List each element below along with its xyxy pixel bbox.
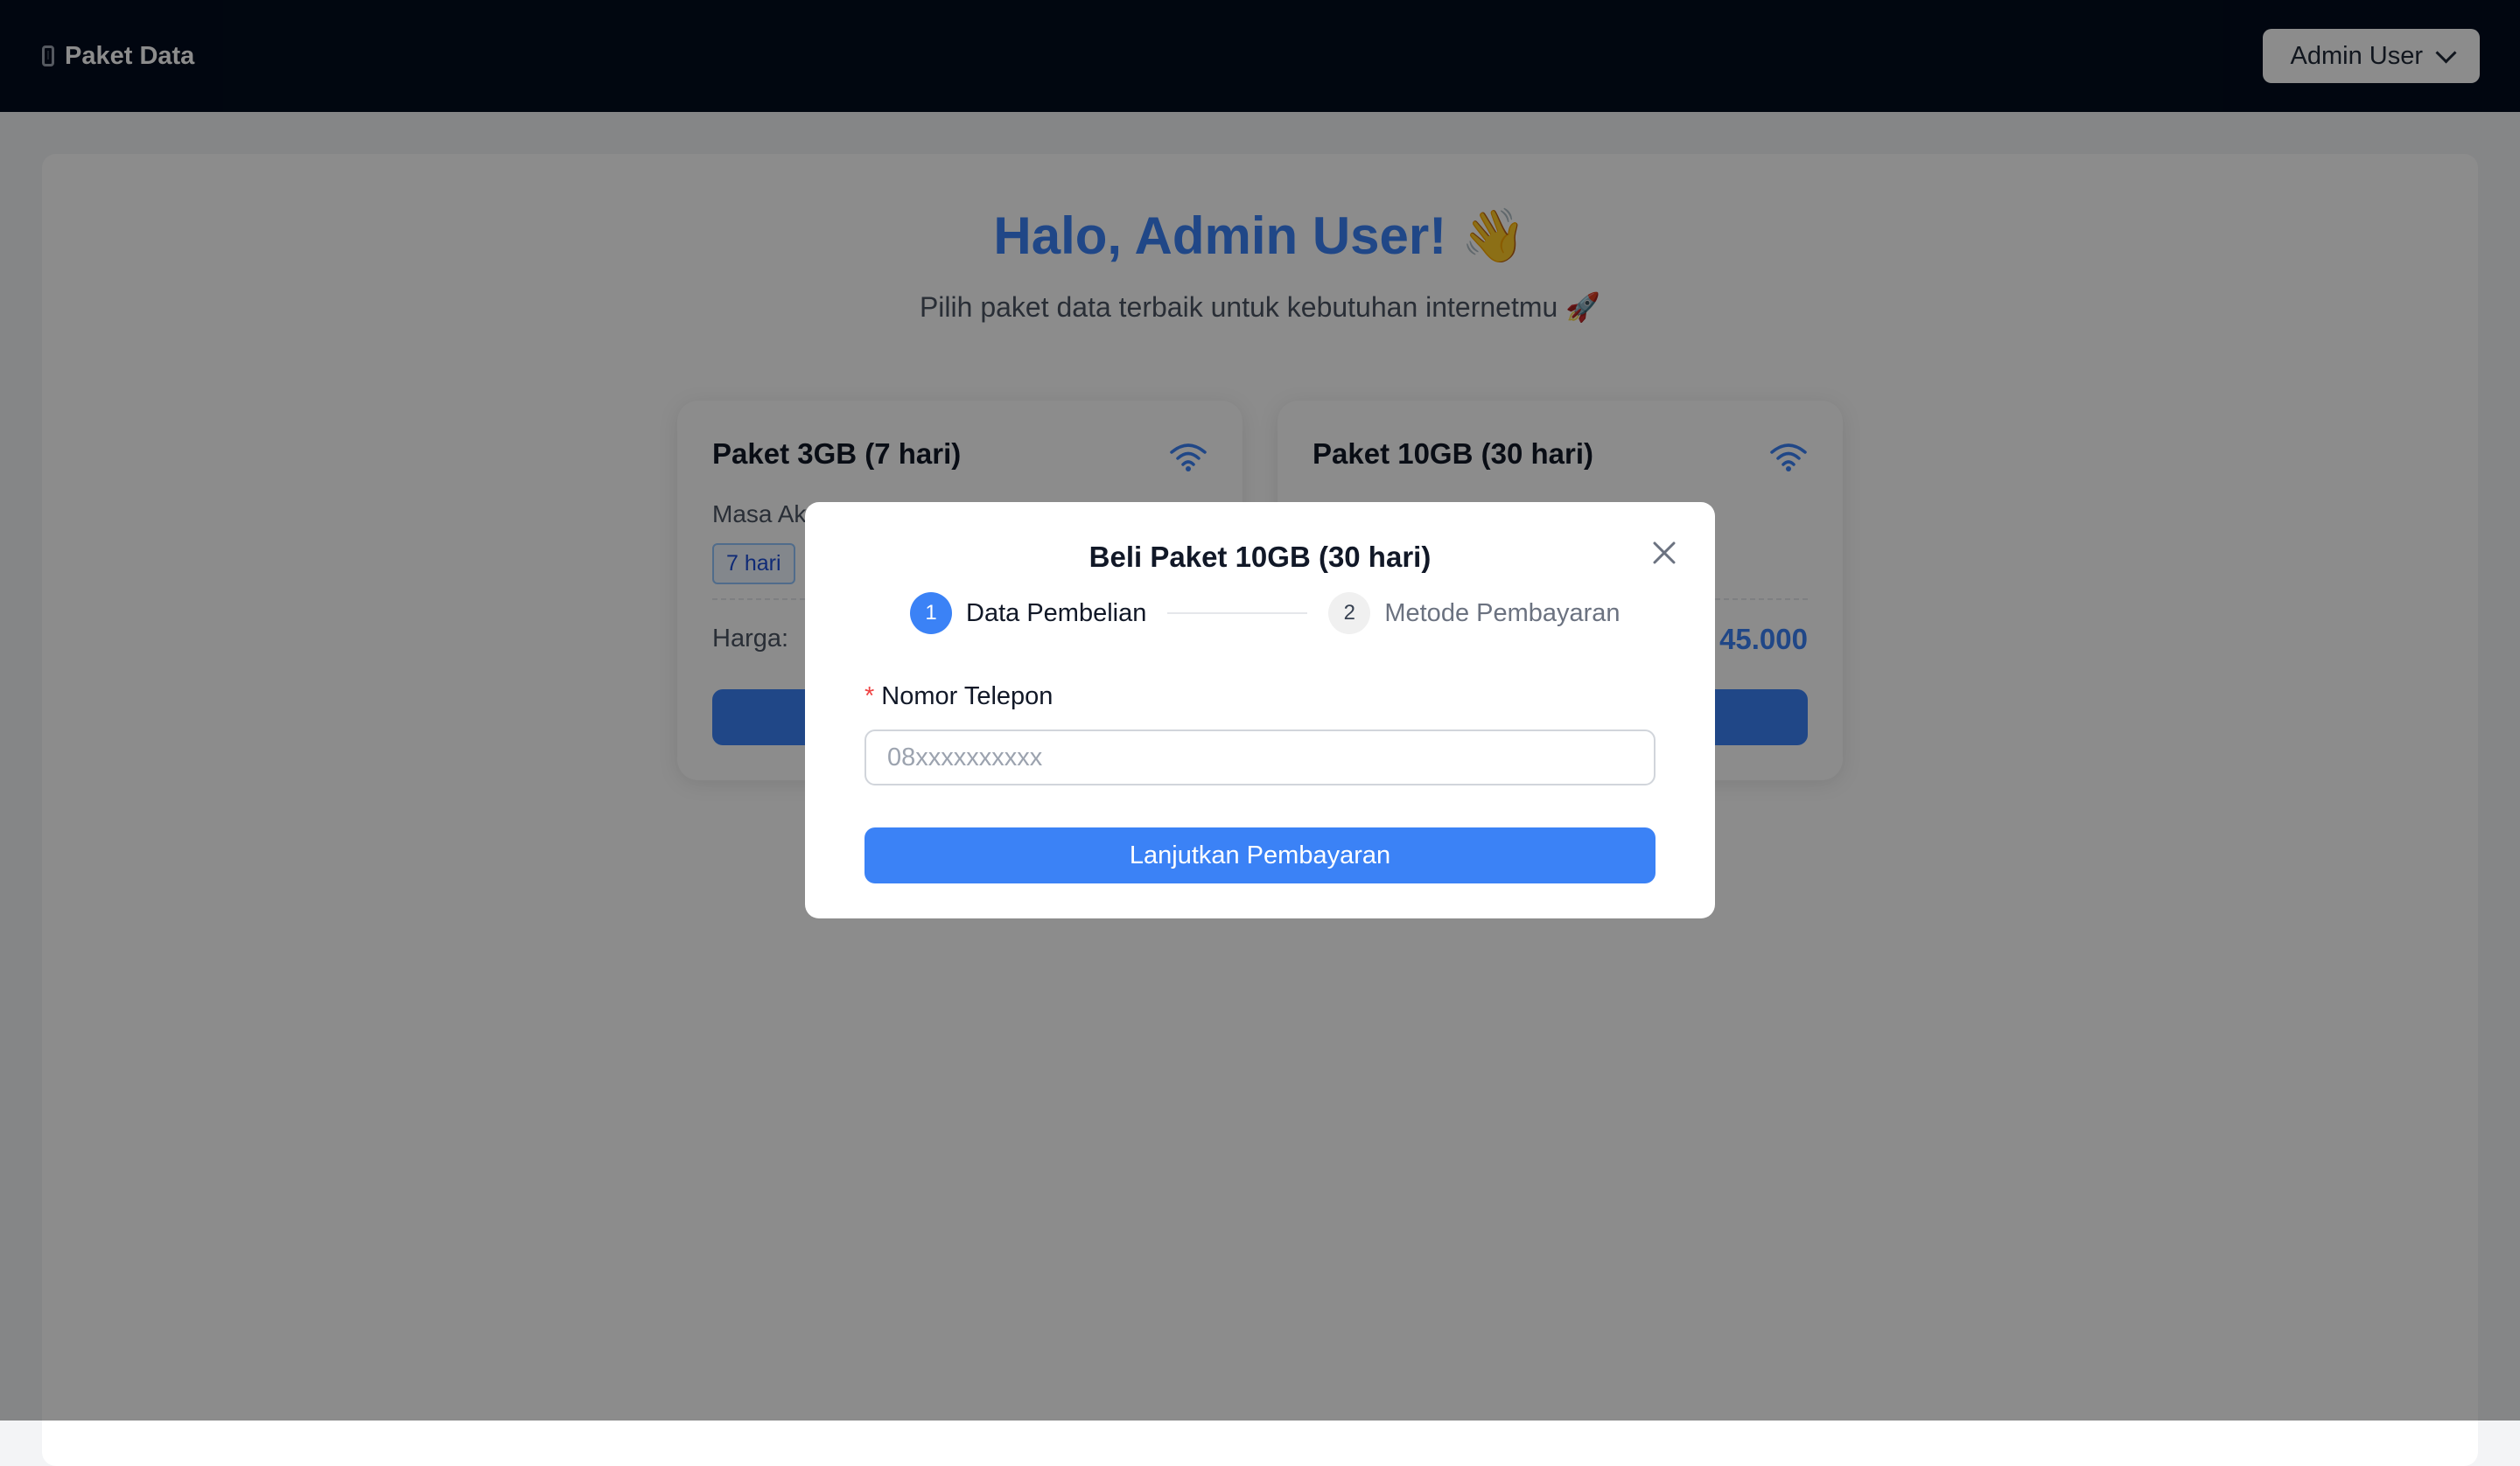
step-1-indicator: 1 — [910, 592, 952, 634]
phone-label-text: Nomor Telepon — [881, 682, 1054, 710]
phone-field-label: * Nomor Telepon — [864, 682, 1053, 711]
continue-payment-button[interactable]: Lanjutkan Pembayaran — [864, 827, 1656, 883]
modal-title: Beli Paket 10GB (30 hari) — [1088, 541, 1432, 573]
required-marker: * — [864, 682, 875, 710]
close-icon[interactable] — [1650, 539, 1678, 567]
step-connector — [1167, 612, 1308, 614]
step-1-label: Data Pembelian — [966, 598, 1147, 627]
phone-number-input[interactable] — [864, 730, 1656, 785]
step-2-label: Metode Pembayaran — [1384, 598, 1620, 627]
purchase-steps: 1 Data Pembelian 2 Metode Pembayaran — [910, 591, 1620, 635]
step-2-indicator: 2 — [1328, 592, 1371, 634]
purchase-modal: Beli Paket 10GB (30 hari) 1 Data Pembeli… — [805, 502, 1715, 918]
